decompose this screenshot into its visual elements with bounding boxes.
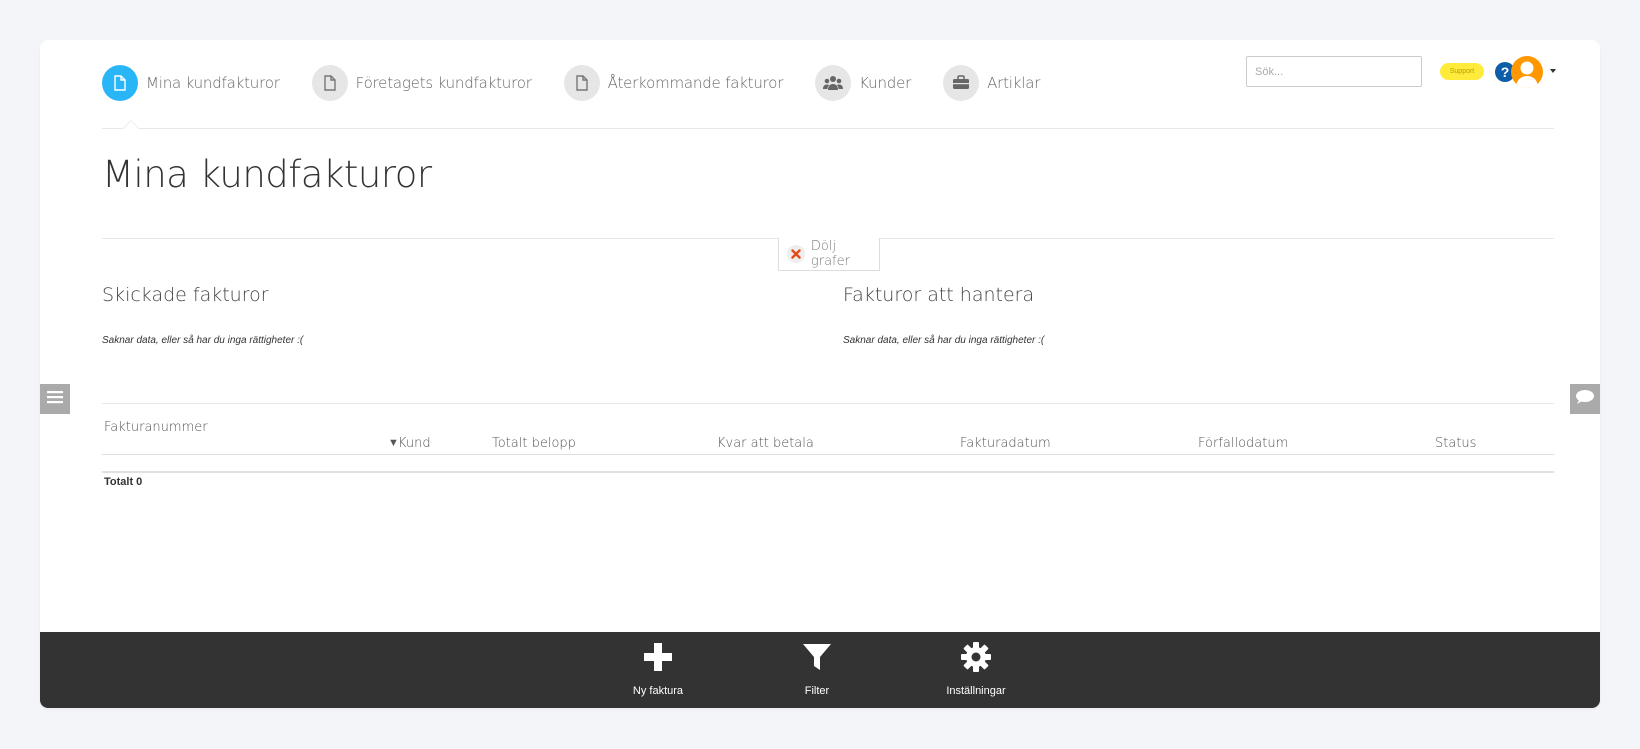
column-header-remaining[interactable]: Kvar att betala (717, 436, 814, 451)
document-icon (102, 64, 138, 101)
filter-icon (802, 642, 832, 677)
support-badge[interactable]: Support (1440, 63, 1484, 80)
menu-toggle-button[interactable] (40, 384, 70, 414)
invoices-to-handle-empty-message: Saknar data, eller så har du inga rättig… (843, 335, 1045, 346)
nav-item-foretagets-kundfakturor[interactable]: Företagets kundfakturor (311, 64, 532, 101)
nav-divider (102, 128, 1554, 129)
chevron-down-icon[interactable] (1550, 69, 1556, 73)
briefcase-icon (943, 64, 980, 101)
settings-label: Inställningar (946, 685, 1006, 697)
nav-item-artiklar[interactable]: Artiklar (943, 64, 1041, 101)
column-header-customer[interactable]: Kund (398, 436, 431, 451)
close-icon (787, 245, 805, 263)
active-nav-indicator (122, 120, 140, 129)
nav-label: Kunder (859, 73, 912, 92)
hide-charts-button[interactable]: Dölj grafer (778, 238, 880, 271)
footer-toolbar: Ny faktura Filter Inställningar (40, 632, 1600, 708)
gear-icon (961, 642, 991, 677)
hide-charts-label: Dölj grafer (810, 239, 850, 269)
table-total: Totalt 0 (104, 476, 143, 488)
new-invoice-label: Ny faktura (632, 685, 684, 697)
invoices-to-handle-title: Fakturor att hantera (843, 284, 1035, 306)
filter-button[interactable]: Filter (782, 642, 852, 697)
top-nav: Mina kundfakturor Företagets kundfakturo… (102, 60, 1072, 105)
nav-label: Artiklar (987, 73, 1041, 92)
users-icon (815, 64, 852, 101)
table-header-divider (102, 454, 1554, 455)
hamburger-icon (47, 390, 63, 409)
search-input[interactable] (1246, 56, 1422, 87)
column-header-invoice-date[interactable]: Fakturadatum (960, 436, 1051, 451)
document-icon (311, 64, 348, 101)
app-window: Mina kundfakturor Företagets kundfakturo… (40, 40, 1600, 708)
column-header-status[interactable]: Status (1435, 436, 1476, 451)
nav-item-kunder[interactable]: Kunder (815, 64, 912, 101)
page-title: Mina kundfakturor (102, 153, 432, 196)
table-footer-divider (102, 471, 1554, 473)
nav-item-mina-kundfakturor[interactable]: Mina kundfakturor (102, 64, 280, 101)
sent-invoices-title: Skickade fakturor (102, 284, 269, 306)
document-icon (563, 64, 600, 101)
nav-label: Mina kundfakturor (146, 73, 280, 92)
new-invoice-button[interactable]: Ny faktura (623, 642, 693, 697)
nav-label: Återkommande fakturor (607, 73, 784, 92)
column-header-total-amount[interactable]: Totalt belopp (492, 436, 576, 451)
plus-icon (643, 642, 673, 677)
sent-invoices-empty-message: Saknar data, eller så har du inga rättig… (102, 335, 304, 346)
filter-label: Filter (804, 685, 830, 697)
avatar[interactable] (1511, 56, 1543, 88)
settings-button[interactable]: Inställningar (941, 642, 1011, 697)
column-header-due-date[interactable]: Förfallodatum (1198, 436, 1288, 451)
nav-label: Företagets kundfakturor (355, 73, 532, 92)
divider (102, 403, 1554, 404)
chat-icon (1575, 389, 1595, 410)
column-header-invoice-number[interactable]: Fakturanummer (104, 420, 208, 435)
chat-toggle-button[interactable] (1570, 384, 1600, 414)
nav-item-aterkommande-fakturor[interactable]: Återkommande fakturor (563, 64, 784, 101)
